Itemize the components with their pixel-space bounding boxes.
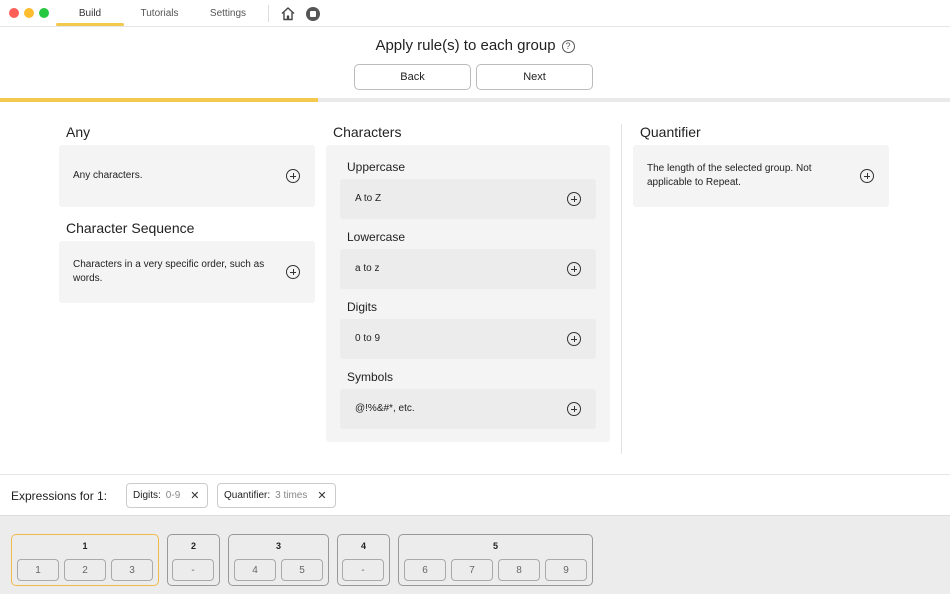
group-slot[interactable]: - <box>342 559 384 581</box>
close-icon[interactable]: ✕ <box>317 489 326 502</box>
chip-name: Digits: <box>133 490 161 501</box>
plus-circle-icon[interactable] <box>567 192 581 206</box>
group-3[interactable]: 3 4 5 <box>228 534 329 586</box>
group-slot[interactable]: 4 <box>234 559 276 581</box>
column-divider <box>621 124 622 454</box>
progress-bar <box>0 98 950 102</box>
expressions-label: Expressions for 1: <box>11 489 108 503</box>
groups-tray: 1 1 2 3 2 - 3 4 5 4 - 5 6 7 8 9 <box>0 515 950 594</box>
digits-card[interactable]: 0 to 9 <box>340 319 596 359</box>
uppercase-card[interactable]: A to Z <box>340 179 596 219</box>
back-button[interactable]: Back <box>354 64 471 90</box>
page-title: Apply rule(s) to each group? <box>0 37 950 54</box>
any-description: Any characters. <box>73 170 143 181</box>
lowercase-value: a to z <box>355 263 380 274</box>
home-icon[interactable] <box>280 6 296 21</box>
lowercase-card[interactable]: a to z <box>340 249 596 289</box>
group-slot[interactable]: 7 <box>451 559 493 581</box>
tab-tutorials[interactable]: Tutorials <box>132 0 187 26</box>
next-button[interactable]: Next <box>476 64 593 90</box>
close-icon[interactable]: ✕ <box>190 489 199 502</box>
plus-circle-icon[interactable] <box>567 262 581 276</box>
group-label: 2 <box>190 541 196 551</box>
zoom-window-button[interactable] <box>39 8 49 18</box>
toolbar-divider <box>268 5 269 22</box>
sequence-card[interactable]: Characters in a very specific order, suc… <box>59 241 315 303</box>
close-window-button[interactable] <box>9 8 19 18</box>
any-heading: Any <box>66 124 91 140</box>
group-1[interactable]: 1 1 2 3 <box>11 534 159 586</box>
characters-heading: Characters <box>333 124 402 140</box>
group-label: 1 <box>82 541 88 551</box>
sequence-description: Characters in a very specific order, suc… <box>73 259 265 284</box>
help-icon[interactable]: ? <box>561 40 575 53</box>
lowercase-label: Lowercase <box>347 230 406 244</box>
page-title-text: Apply rule(s) to each group <box>375 37 556 54</box>
chip-value: 0-9 <box>165 490 181 501</box>
group-slot[interactable]: 8 <box>498 559 540 581</box>
quantifier-description: The length of the selected group. Not ap… <box>647 163 812 188</box>
digits-label: Digits <box>347 300 378 314</box>
expression-chip[interactable]: Quantifier: 3 times ✕ <box>217 483 336 508</box>
symbols-label: Symbols <box>347 370 394 384</box>
plus-circle-icon[interactable] <box>286 265 300 279</box>
minimize-window-button[interactable] <box>24 8 34 18</box>
group-slot[interactable]: 2 <box>64 559 106 581</box>
group-5[interactable]: 5 6 7 8 9 <box>398 534 593 586</box>
group-slot[interactable]: 9 <box>545 559 587 581</box>
uppercase-value: A to Z <box>355 193 382 204</box>
group-slot[interactable]: 6 <box>404 559 446 581</box>
plus-circle-icon[interactable] <box>860 169 874 183</box>
group-slot[interactable]: - <box>172 559 214 581</box>
digits-value: 0 to 9 <box>355 333 381 344</box>
plus-circle-icon[interactable] <box>567 332 581 346</box>
expression-chip[interactable]: Digits: 0-9 ✕ <box>126 483 209 508</box>
group-slot[interactable]: 5 <box>281 559 323 581</box>
symbols-card[interactable]: @!%&#*, etc. <box>340 389 596 429</box>
tab-build[interactable]: Build <box>56 0 124 26</box>
chip-value: 3 times <box>275 490 308 501</box>
group-label: 3 <box>275 541 281 551</box>
group-2[interactable]: 2 - <box>167 534 220 586</box>
tab-settings[interactable]: Settings <box>202 0 254 26</box>
expressions-bar: Expressions for 1: Digits: 0-9 ✕ Quantif… <box>0 474 950 515</box>
symbols-value: @!%&#*, etc. <box>355 403 415 414</box>
quantifier-heading: Quantifier <box>640 124 701 140</box>
plus-circle-icon[interactable] <box>286 169 300 183</box>
group-label: 4 <box>360 541 366 551</box>
group-4[interactable]: 4 - <box>337 534 390 586</box>
group-label: 5 <box>492 541 498 551</box>
stop-icon[interactable] <box>306 7 320 21</box>
any-card[interactable]: Any characters. <box>59 145 315 207</box>
group-slot[interactable]: 1 <box>17 559 59 581</box>
progress-fill <box>0 98 319 102</box>
title-bar: Build Tutorials Settings <box>0 0 950 27</box>
group-slot[interactable]: 3 <box>111 559 153 581</box>
sequence-heading: Character Sequence <box>66 220 195 236</box>
quantifier-card[interactable]: The length of the selected group. Not ap… <box>633 145 889 207</box>
plus-circle-icon[interactable] <box>567 402 581 416</box>
uppercase-label: Uppercase <box>347 160 406 174</box>
chip-name: Quantifier: <box>224 490 271 501</box>
